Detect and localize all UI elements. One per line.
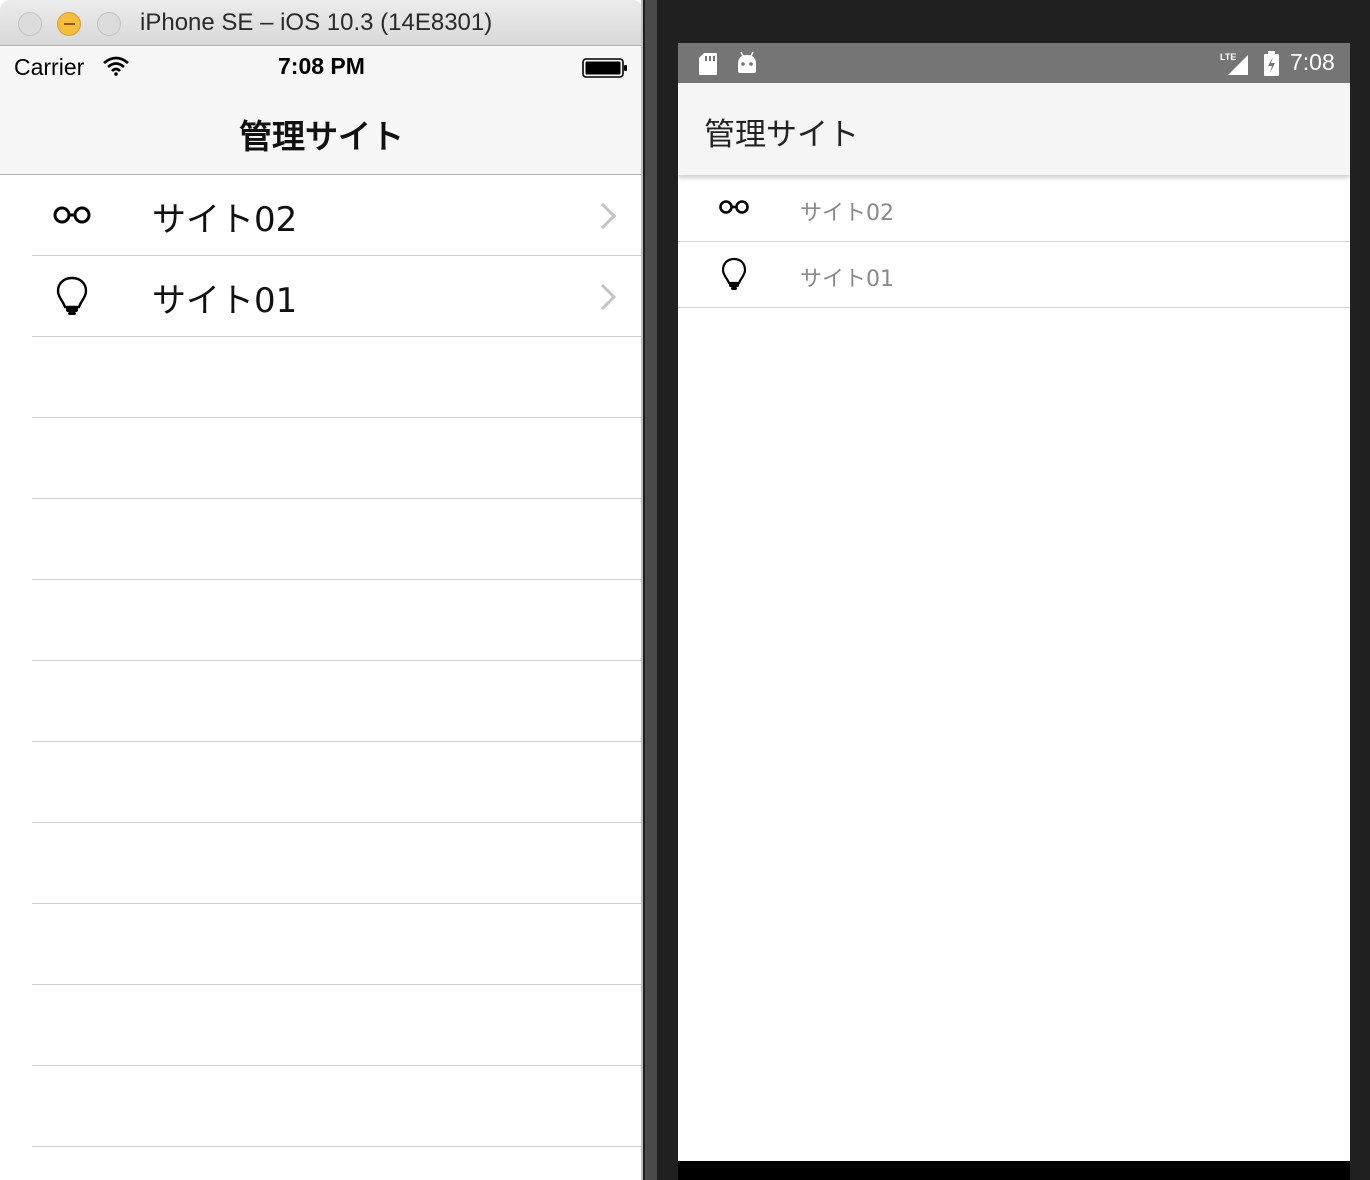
ios-status-bar: Carrier 7:08 PM	[0, 46, 641, 86]
page-title: 管理サイト	[239, 117, 404, 156]
android-site-list: サイト02 サイト01	[678, 176, 1350, 308]
empty-row	[32, 904, 641, 985]
window-titlebar: iPhone SE – iOS 10.3 (14E8301)	[0, 0, 641, 46]
lightbulb-icon	[56, 276, 88, 315]
zoom-window-button[interactable]	[97, 12, 121, 36]
android-nav-strip	[678, 1161, 1350, 1180]
list-item-label: サイト01	[800, 267, 894, 292]
empty-row	[32, 661, 641, 742]
sd-card-icon	[699, 53, 717, 75]
page-title: 管理サイト	[704, 117, 859, 153]
battery-charging-icon	[1264, 51, 1279, 76]
list-item-label: サイト01	[152, 281, 298, 321]
list-item-site01[interactable]: サイト01	[32, 256, 641, 337]
ios-navigation-bar: 管理サイト	[0, 86, 641, 175]
status-time: 7:08	[1290, 49, 1335, 75]
empty-row	[32, 337, 641, 418]
list-item-label: サイト02	[152, 200, 298, 240]
svg-text:LTE: LTE	[1220, 52, 1236, 62]
list-item-site01[interactable]: サイト01	[678, 242, 1350, 308]
android-status-bar: LTE 7:08	[678, 43, 1350, 83]
carrier-label: Carrier	[14, 54, 85, 80]
glasses-icon	[53, 206, 91, 224]
status-time: 7:08 PM	[278, 53, 365, 79]
wifi-icon	[103, 56, 129, 76]
lte-signal-icon: LTE	[1220, 52, 1248, 75]
battery-icon	[582, 58, 627, 78]
empty-row	[32, 742, 641, 823]
close-window-button[interactable]	[18, 12, 42, 36]
list-item-site02[interactable]: サイト02	[678, 176, 1350, 242]
empty-row	[32, 580, 641, 661]
list-item-label: サイト02	[800, 201, 894, 226]
empty-row	[32, 1066, 641, 1147]
empty-row	[32, 985, 641, 1066]
chevron-right-icon	[600, 202, 617, 230]
android-toolbar: 管理サイト	[678, 83, 1350, 175]
minimize-window-button[interactable]	[57, 12, 81, 36]
empty-row	[32, 499, 641, 580]
empty-row	[32, 418, 641, 499]
lightbulb-icon	[721, 257, 747, 290]
ios-site-list: サイト02 サイト01	[0, 175, 641, 1147]
window-gap	[645, 0, 657, 1180]
empty-row	[32, 823, 641, 904]
window-title: iPhone SE – iOS 10.3 (14E8301)	[140, 9, 493, 36]
android-robot-icon	[738, 51, 756, 73]
android-screen: LTE 7:08 管理サイト サイト02 サイト01	[678, 43, 1350, 1161]
chevron-right-icon	[600, 283, 617, 311]
ios-simulator-window: iPhone SE – iOS 10.3 (14E8301) Carrier 7…	[0, 0, 643, 1180]
glasses-icon	[719, 200, 749, 214]
list-item-site02[interactable]: サイト02	[32, 175, 641, 256]
